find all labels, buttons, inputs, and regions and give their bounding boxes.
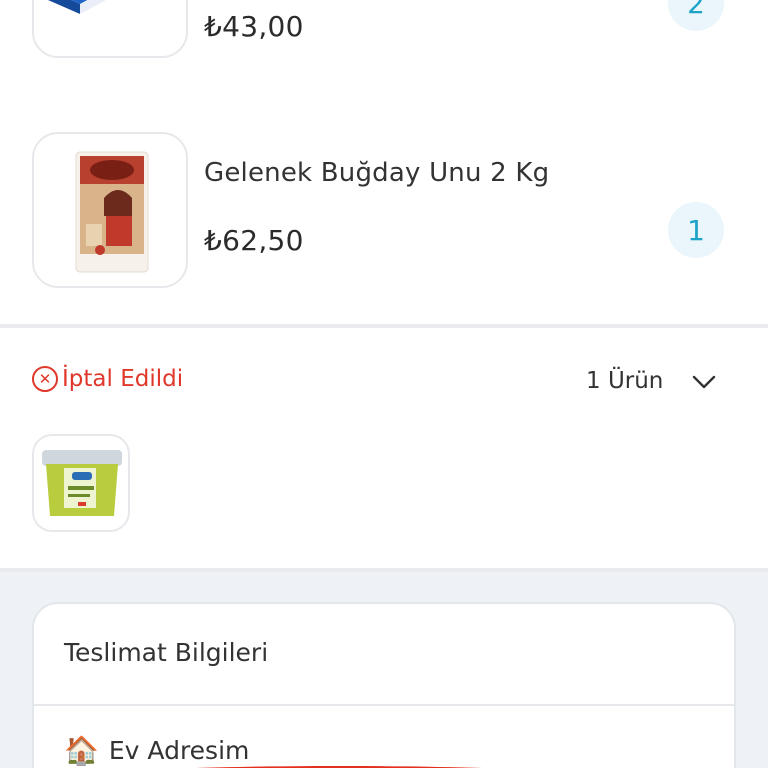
detergent-box-icon: [48, 0, 107, 14]
address-label: Ev Adresim: [108, 736, 250, 765]
house-icon: 🏠: [64, 733, 99, 767]
product-price: ₺43,00: [204, 10, 304, 43]
status-label: İptal Edildi: [62, 366, 184, 392]
item-count: 1 Ürün: [586, 368, 664, 394]
product-price: ₺62,50: [204, 224, 304, 257]
flour-bag-icon: [75, 151, 149, 273]
chevron-down-icon[interactable]: [692, 370, 716, 394]
order-status: ✕ İptal Edildi: [32, 366, 183, 392]
section-divider: [0, 324, 768, 328]
quantity-badge: 2: [668, 0, 724, 31]
cheese-tub-icon: [42, 450, 122, 516]
cancelled-order-section: ✕ İptal Edildi 1 Ürün: [0, 330, 768, 568]
product-image: [32, 0, 188, 58]
cart-item[interactable]: Gelenek Buğday Unu 2 Kg ₺62,50 1: [0, 120, 768, 320]
product-name: Gelenek Buğday Unu 2 Kg: [204, 158, 550, 188]
cart-item[interactable]: ₺43,00 2: [0, 0, 768, 80]
close-circle-icon: ✕: [32, 366, 58, 392]
address-row[interactable]: 🏠 Ev Adresim: [64, 736, 249, 765]
card-divider: [34, 704, 734, 706]
quantity-badge: 1: [668, 202, 724, 258]
product-image: [32, 132, 188, 288]
product-image: [32, 434, 130, 532]
delivery-info-card: Teslimat Bilgileri 🏠 Ev Adresim: [32, 602, 736, 768]
delivery-title: Teslimat Bilgileri: [64, 638, 269, 667]
